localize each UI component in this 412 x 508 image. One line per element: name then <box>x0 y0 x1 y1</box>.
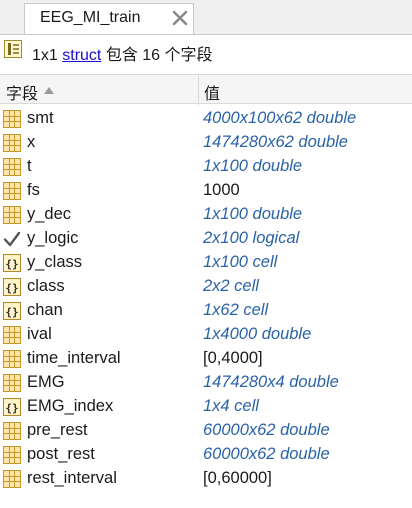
field-row[interactable]: fs 1000 <box>0 179 412 203</box>
column-header-field[interactable]: 字段 <box>6 80 38 104</box>
svg-text:{}: {} <box>5 258 18 271</box>
struct-info-bar: 1x1 struct 包含 16 个字段 <box>0 35 412 65</box>
field-value: [0,60000] <box>203 469 272 487</box>
matrix-icon <box>3 422 21 440</box>
column-field-label: 字段 <box>6 86 39 103</box>
cell-icon: {} <box>3 254 21 272</box>
cell-icon: {} <box>3 278 21 296</box>
field-value: 1x4000 double <box>203 325 312 343</box>
field-name: y_class <box>27 253 83 271</box>
cell-icon: {} <box>3 398 21 416</box>
field-value: 2x100 logical <box>203 229 300 247</box>
struct-icon <box>4 40 22 58</box>
matrix-icon <box>3 134 21 152</box>
field-row[interactable]: y_dec 1x100 double <box>0 203 412 227</box>
field-list: smt 4000x100x62 double x 1474280x62 double t… <box>0 107 412 491</box>
field-name: y_logic <box>27 229 79 247</box>
field-value: 60000x62 double <box>203 445 330 463</box>
field-name: y_dec <box>27 205 72 223</box>
matrix-icon <box>3 182 21 200</box>
field-name: smt <box>27 109 54 127</box>
field-name: class <box>27 277 65 295</box>
struct-field-count: 包含 16 个字段 <box>101 47 213 64</box>
field-row[interactable]: time_interval [0,4000] <box>0 347 412 371</box>
matrix-icon <box>3 326 21 344</box>
svg-text:{}: {} <box>5 282 18 295</box>
field-row[interactable]: x 1474280x62 double <box>0 131 412 155</box>
field-name: post_rest <box>27 445 95 463</box>
field-name: fs <box>27 181 40 199</box>
svg-text:{}: {} <box>5 306 18 319</box>
tab-bar: EEG_MI_train <box>0 0 412 35</box>
tab-title: EEG_MI_train <box>40 9 141 26</box>
field-row[interactable]: ival 1x4000 double <box>0 323 412 347</box>
field-value: 1x100 double <box>203 157 303 175</box>
field-row[interactable]: post_rest 60000x62 double <box>0 443 412 467</box>
field-value: 1x100 double <box>203 205 303 223</box>
matrix-icon <box>3 374 21 392</box>
field-value: 1474280x4 double <box>203 373 339 391</box>
field-row[interactable]: t 1x100 double <box>0 155 412 179</box>
field-row[interactable]: {} EMG_index 1x4 cell <box>0 395 412 419</box>
column-value-label: 值 <box>204 86 221 103</box>
matrix-icon <box>3 158 21 176</box>
column-header-value[interactable]: 值 <box>204 80 220 104</box>
sort-ascending-icon <box>44 87 54 94</box>
field-value: 1x62 cell <box>203 301 269 319</box>
field-name: time_interval <box>27 349 121 367</box>
field-row[interactable]: {} chan 1x62 cell <box>0 299 412 323</box>
field-row[interactable]: EMG 1474280x4 double <box>0 371 412 395</box>
field-row[interactable]: pre_rest 60000x62 double <box>0 419 412 443</box>
field-row[interactable]: {} class 2x2 cell <box>0 275 412 299</box>
field-name: t <box>27 157 32 175</box>
svg-text:{}: {} <box>5 402 18 415</box>
close-icon[interactable] <box>171 9 189 27</box>
field-name: EMG_index <box>27 397 114 415</box>
field-value: 4000x100x62 double <box>203 109 357 127</box>
field-name: x <box>27 133 36 151</box>
field-row[interactable]: {} y_class 1x100 cell <box>0 251 412 275</box>
field-value: [0,4000] <box>203 349 263 367</box>
field-value: 2x2 cell <box>203 277 259 295</box>
tab-eeg-mi-train[interactable]: EEG_MI_train <box>24 3 194 34</box>
field-value: 60000x62 double <box>203 421 330 439</box>
struct-link[interactable]: struct <box>62 47 101 64</box>
matrix-icon <box>3 206 21 224</box>
matrix-icon <box>3 470 21 488</box>
field-row[interactable]: smt 4000x100x62 double <box>0 107 412 131</box>
field-value: 1474280x62 double <box>203 133 348 151</box>
field-name: ival <box>27 325 52 343</box>
field-row[interactable]: rest_interval [0,60000] <box>0 467 412 491</box>
matrix-icon <box>3 350 21 368</box>
field-row[interactable]: y_logic 2x100 logical <box>0 227 412 251</box>
field-name: pre_rest <box>27 421 88 439</box>
cell-icon: {} <box>3 302 21 320</box>
field-value: 1000 <box>203 181 240 199</box>
column-divider[interactable] <box>198 75 199 105</box>
struct-size: 1x1 <box>32 47 63 64</box>
field-value: 1x4 cell <box>203 397 259 415</box>
field-value: 1x100 cell <box>203 253 278 271</box>
field-name: chan <box>27 301 63 319</box>
matrix-icon <box>3 446 21 464</box>
struct-summary: 1x1 struct 包含 16 个字段 <box>32 41 213 65</box>
field-name: EMG <box>27 373 65 391</box>
checkmark-icon <box>3 231 21 247</box>
table-header: 字段 值 <box>0 74 412 105</box>
field-name: rest_interval <box>27 469 117 487</box>
matrix-icon <box>3 110 21 128</box>
